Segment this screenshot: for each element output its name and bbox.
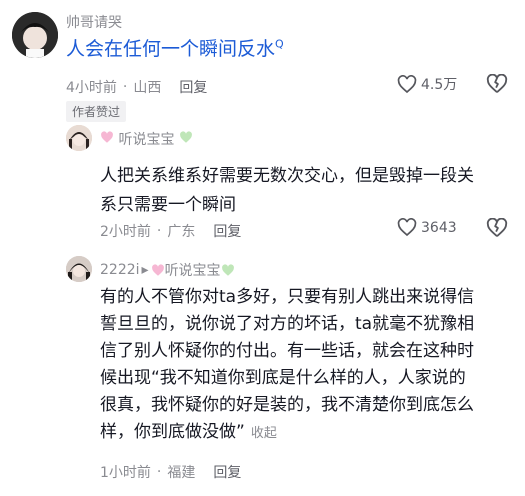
author-liked-badge: 作者赞过 [66, 101, 127, 122]
comment-3-line: 候出现“我不知道你到底是什么样的人，人家说的 [100, 368, 466, 388]
comment-3-line: 信了别人怀疑你的付出。有一些话，就会在这种时 [100, 341, 474, 361]
comment-1-dislike-button[interactable] [486, 73, 508, 98]
comment-2-time: 2小时前 [100, 224, 151, 240]
heart-outline-icon [397, 218, 417, 237]
comment-2-line: 人把关系维系好需要无数次交心，但是毁掉一段关 [100, 166, 474, 186]
comment-1-meta: 4小时前 · 山西 回复 [66, 77, 207, 97]
comment-1-text-body[interactable]: 人会在任何一个瞬间反水 [66, 38, 275, 60]
comment-3-location: 福建 [167, 465, 196, 481]
comment-2-text[interactable]: 人把关系维系好需要无数次交心，但是毁掉一段关 系只需要一个瞬间 [100, 162, 474, 220]
comment-3-line-last: 样，你到底做没做” 收起 [100, 419, 474, 447]
commenter-2-name-row[interactable]: 听说宝宝 [100, 129, 193, 149]
green-heart-icon [179, 131, 193, 144]
comment-1-like-count: 4.5万 [421, 77, 458, 93]
comment-3-line: 有的人不管你对ta多好，只要有别人跳出来说得信 [100, 287, 475, 307]
avatar-commenter-3[interactable] [66, 256, 92, 282]
comment-3-line: 样，你到底做没做” [100, 422, 245, 442]
comment-3-reply-button[interactable]: 回复 [213, 462, 241, 482]
broken-heart-icon [486, 217, 508, 237]
pink-heart-icon [151, 263, 165, 277]
comment-1-time: 4小时前 [66, 80, 117, 96]
commenter-2-name[interactable]: 听说宝宝 [118, 132, 174, 148]
comment-3-time: 1小时前 [100, 465, 151, 481]
comment-2-like-button[interactable]: 3643 [397, 218, 457, 237]
comment-1-location: 山西 [133, 80, 162, 96]
green-heart-icon [221, 263, 235, 277]
comment-2-location: 广东 [167, 224, 196, 240]
avatar-commenter-2[interactable] [66, 125, 92, 151]
comment-3-meta: 1小时前 · 福建 回复 [100, 462, 241, 482]
comment-1-text: 人会在任何一个瞬间反水Q [66, 34, 284, 61]
comment-3-line: 誓旦旦的，说你说了对方的坏话，ta就毫不犹豫相 [100, 314, 475, 334]
pink-heart-icon [100, 131, 114, 144]
comment-3-text[interactable]: 有的人不管你对ta多好，只要有别人跳出来说得信 誓旦旦的，说你说了对方的坏话，t… [100, 284, 474, 447]
comment-1-like-button[interactable]: 4.5万 [397, 74, 457, 94]
commenter-1-name[interactable]: 帅哥请哭 [66, 12, 122, 32]
comment-2-like-count: 3643 [421, 219, 457, 236]
comment-2-reply-button[interactable]: 回复 [213, 221, 241, 241]
reply-target-name[interactable]: 听说宝宝 [165, 260, 221, 280]
commenter-3-name-row: 2222i ▸ 听说宝宝 [100, 260, 235, 280]
comment-2-line: 系只需要一个瞬间 [100, 195, 236, 215]
reply-arrow-icon: ▸ [141, 262, 149, 278]
avatar-commenter-1[interactable] [12, 12, 58, 58]
meta-separator: · [156, 223, 162, 239]
collapse-button[interactable]: 收起 [251, 426, 277, 441]
commenter-3-name[interactable]: 2222i [100, 262, 140, 278]
heart-outline-icon [397, 74, 417, 93]
search-icon[interactable]: Q [275, 38, 284, 51]
comment-1-reply-button[interactable]: 回复 [179, 77, 207, 97]
broken-heart-icon [486, 73, 508, 93]
comment-2-meta: 2小时前 · 广东 回复 [100, 221, 241, 241]
meta-separator: · [156, 464, 162, 480]
comment-3-line: 很真，我怀疑你的好是装的，我不清楚你到底怎么 [100, 395, 474, 415]
meta-separator: · [122, 79, 128, 95]
comment-2-dislike-button[interactable] [486, 217, 508, 242]
